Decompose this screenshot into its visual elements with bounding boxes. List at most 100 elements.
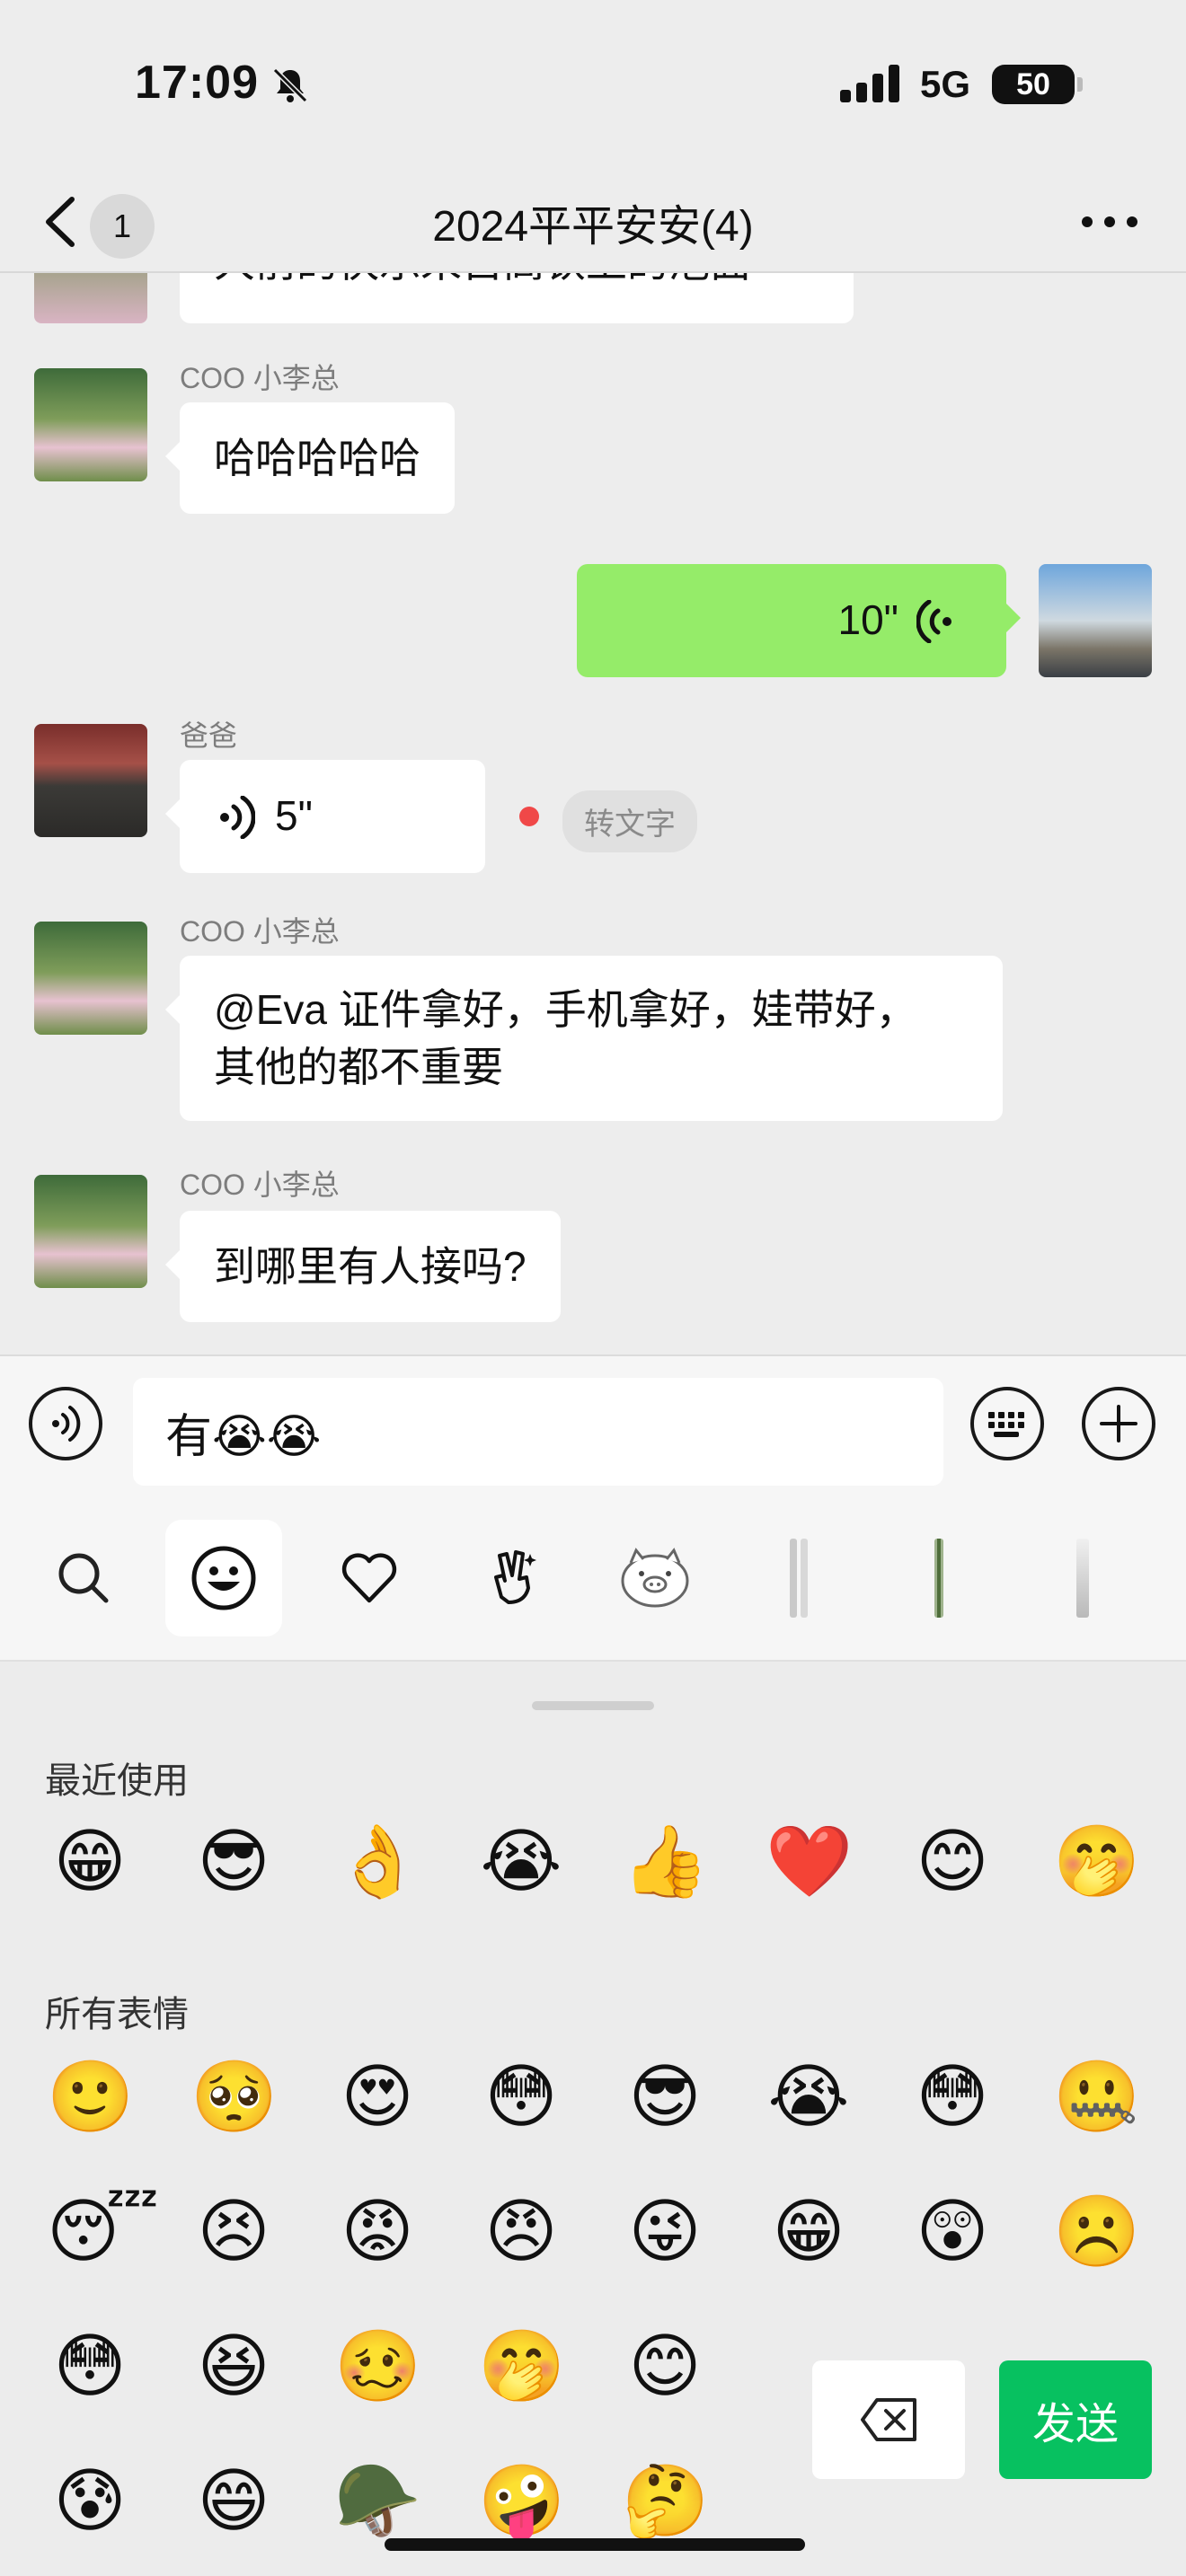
emoji-item[interactable]: ☹️ bbox=[1053, 2188, 1140, 2274]
emoji-item[interactable]: 😭 bbox=[766, 2053, 852, 2139]
message-text-line: @Eva 证件拿好，手机拿好，娃带好， bbox=[214, 986, 917, 1033]
all-section-label: 所有表情 bbox=[45, 1995, 189, 2034]
emoji-item[interactable]: 😎 bbox=[190, 1818, 277, 1904]
message-text: 哈哈哈哈哈 bbox=[214, 435, 420, 481]
backspace-icon bbox=[861, 2398, 916, 2441]
message-bubble[interactable]: 到哪里有人接吗? bbox=[165, 1211, 561, 1322]
voice-message-bubble[interactable]: 5" bbox=[165, 760, 485, 873]
message-text-line: 其他的都不重要 bbox=[214, 1044, 503, 1090]
sticker-pack-icon bbox=[790, 1539, 808, 1618]
status-time: 17:09 bbox=[135, 57, 259, 109]
more-options-icon[interactable] bbox=[1078, 208, 1141, 235]
emoji-item[interactable]: 😭 bbox=[478, 1818, 564, 1904]
voice-input-button[interactable] bbox=[29, 1387, 102, 1460]
mute-bell-icon bbox=[272, 67, 308, 103]
sender-name: COO 小李总 bbox=[180, 1169, 340, 1201]
emoji-item[interactable]: 😁 bbox=[47, 1818, 133, 1904]
tab-gestures[interactable] bbox=[455, 1520, 571, 1636]
voice-wave-icon bbox=[220, 796, 255, 839]
emoji-item[interactable]: 😆 bbox=[190, 2323, 277, 2409]
emoji-item[interactable]: 🤔 bbox=[622, 2457, 709, 2544]
heart-icon bbox=[341, 1553, 397, 1603]
avatar-self[interactable] bbox=[1039, 564, 1152, 677]
message-input-value: 有😭😭 bbox=[165, 1410, 322, 1463]
message-bubble[interactable]: 大前的快乐来自高铁上的泡面 bbox=[180, 273, 854, 323]
emoji-item[interactable]: 😠 bbox=[478, 2188, 564, 2274]
emoji-item[interactable]: 🤭 bbox=[478, 2323, 565, 2409]
cellular-signal-icon bbox=[840, 65, 899, 102]
emoji-item[interactable]: 😁 bbox=[766, 2188, 852, 2274]
emoji-item[interactable]: 👌 bbox=[334, 1818, 421, 1904]
convert-to-text-button[interactable]: 转文字 bbox=[562, 790, 697, 852]
sticker-tab-bar bbox=[0, 1489, 1186, 1662]
plus-icon bbox=[1100, 1405, 1137, 1442]
voice-wave-icon bbox=[916, 600, 951, 643]
message-text: 到哪里有人接吗? bbox=[214, 1243, 527, 1290]
tab-favorites[interactable] bbox=[311, 1520, 428, 1636]
emoji-item[interactable]: 😄 bbox=[190, 2457, 277, 2544]
emoji-item[interactable]: 😎 bbox=[622, 2053, 708, 2139]
tab-emoji[interactable] bbox=[165, 1520, 282, 1636]
emoji-item[interactable]: 😍 bbox=[334, 2053, 420, 2139]
emoji-panel[interactable]: 最近使用 所有表情 发送 😁 😎 👌 😭 👍 ❤️ 😊 🤭 🙂 🥺 😍 😳 😎 😭 😳 🤐 😴 😣 😡 😠 😜 😁 😲 ☹️ 😳… bbox=[0, 1662, 1186, 2576]
emoji-item[interactable]: 🪖 bbox=[334, 2457, 421, 2544]
add-more-button[interactable] bbox=[1082, 1387, 1155, 1460]
emoji-item[interactable]: 🤐 bbox=[1053, 2053, 1140, 2139]
emoji-item[interactable]: 🤭 bbox=[1053, 1818, 1140, 1904]
voice-message-bubble[interactable]: 10" bbox=[577, 564, 1021, 677]
message-input[interactable]: 有😭😭 bbox=[133, 1378, 943, 1486]
tab-search[interactable] bbox=[25, 1520, 142, 1636]
tab-sticker-pack-2[interactable] bbox=[881, 1520, 997, 1636]
message-bubble[interactable]: @Eva 证件拿好，手机拿好，娃带好， 其他的都不重要 bbox=[165, 956, 1003, 1121]
emoji-item[interactable]: 😜 bbox=[622, 2188, 708, 2274]
recent-section-label: 最近使用 bbox=[45, 1761, 189, 1801]
emoji-item[interactable]: 😣 bbox=[190, 2188, 277, 2274]
panel-grab-handle[interactable] bbox=[532, 1701, 654, 1710]
emoji-item[interactable]: 😲 bbox=[909, 2188, 996, 2274]
smiley-icon bbox=[191, 1546, 256, 1610]
home-indicator bbox=[385, 2538, 805, 2551]
battery-tip bbox=[1077, 77, 1083, 92]
keyboard-toggle-button[interactable] bbox=[970, 1387, 1044, 1460]
avatar-coo[interactable] bbox=[34, 922, 147, 1035]
emoji-item[interactable]: 😳 bbox=[47, 2323, 133, 2409]
network-type: 5G bbox=[920, 63, 971, 105]
emoji-item[interactable]: 😊 bbox=[622, 2323, 708, 2409]
emoji-item[interactable]: 🙂 bbox=[47, 2053, 134, 2139]
chat-header: 1 2024平平安安(4) bbox=[0, 171, 1186, 273]
tab-sticker-pack-3[interactable] bbox=[1024, 1520, 1141, 1636]
avatar-dad[interactable] bbox=[34, 724, 147, 837]
send-button[interactable]: 发送 bbox=[999, 2360, 1152, 2479]
avatar-coo[interactable] bbox=[34, 1175, 147, 1288]
sticker-pack-icon bbox=[934, 1539, 943, 1618]
search-icon bbox=[58, 1553, 109, 1603]
emoji-item[interactable]: 😳 bbox=[909, 2053, 996, 2139]
battery-icon: 50 bbox=[992, 65, 1075, 104]
sender-name: COO 小李总 bbox=[180, 362, 340, 394]
emoji-item[interactable]: 🥴 bbox=[334, 2323, 421, 2409]
emoji-item[interactable]: 😴 bbox=[47, 2188, 159, 2274]
emoji-item[interactable]: 😳 bbox=[478, 2053, 564, 2139]
emoji-item[interactable]: 😡 bbox=[334, 2188, 420, 2274]
unread-dot bbox=[519, 807, 539, 826]
emoji-item[interactable]: ❤️ bbox=[766, 1818, 853, 1904]
emoji-item[interactable]: 😊 bbox=[909, 1818, 996, 1904]
voice-duration: 10" bbox=[837, 596, 899, 643]
sender-name: 爸爸 bbox=[180, 719, 238, 752]
emoji-item[interactable]: 👍 bbox=[622, 1818, 709, 1904]
keyboard-icon bbox=[988, 1412, 1024, 1437]
avatar[interactable] bbox=[34, 273, 147, 323]
chat-title: 2024平平安安(4) bbox=[432, 203, 754, 251]
tab-pig-sticker[interactable] bbox=[597, 1520, 713, 1636]
message-bubble[interactable]: 哈哈哈哈哈 bbox=[165, 402, 455, 514]
emoji-item[interactable]: 🥺 bbox=[190, 2053, 278, 2139]
delete-button[interactable] bbox=[812, 2360, 965, 2479]
tab-sticker-pack-1[interactable] bbox=[740, 1520, 857, 1636]
message-text: 大前的快乐来自高铁上的泡面 bbox=[214, 273, 751, 286]
emoji-item[interactable]: 🤪 bbox=[478, 2457, 565, 2544]
emoji-item[interactable]: 😰 bbox=[47, 2457, 133, 2544]
avatar-coo[interactable] bbox=[34, 368, 147, 481]
sender-name: COO 小李总 bbox=[180, 915, 340, 948]
status-bar: 17:09 5G 50 bbox=[0, 0, 1186, 171]
message-list[interactable]: 大前的快乐来自高铁上的泡面 COO 小李总 哈哈哈哈哈 10" 爸爸 5" 转文… bbox=[0, 273, 1186, 1354]
